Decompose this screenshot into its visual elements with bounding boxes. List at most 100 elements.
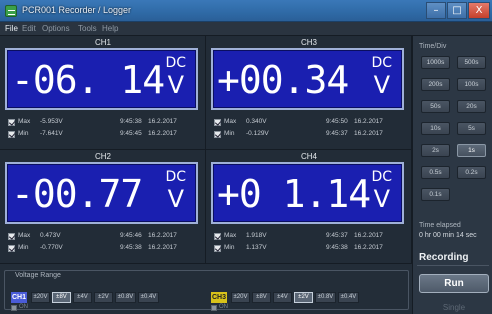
ch1-on-checkbox[interactable] [11, 305, 17, 311]
max-checkbox[interactable] [8, 233, 15, 240]
max-label: Max [18, 232, 31, 239]
ch3-on-checkbox[interactable] [211, 305, 217, 311]
min-value: -7.641V [40, 130, 63, 137]
title-bar: PCR001 Recorder / Logger – □ X [0, 0, 492, 22]
max-date: 16.2.2017 [354, 118, 383, 125]
timediv-button-2s[interactable]: 2s [421, 144, 450, 157]
voltage-range-group: Voltage Range CH1 ±20V ±8V ±4V ±2V ±0.8V… [4, 270, 409, 311]
lcd-display: -06. 14 DC V [5, 48, 198, 110]
min-time: 9:45:45 [120, 130, 142, 137]
ch1-range-4v[interactable]: ±4V [73, 292, 92, 303]
timediv-button-1000s[interactable]: 1000s [421, 56, 450, 69]
menu-options[interactable]: Options [42, 24, 70, 33]
ch3-on-label: ON [219, 304, 228, 310]
channel-reading: -00.77 [11, 172, 143, 216]
ch3-range-20v[interactable]: ±20V [231, 292, 250, 303]
min-checkbox[interactable] [214, 131, 221, 138]
min-time: 9:45:38 [120, 244, 142, 251]
timediv-button-0.1s[interactable]: 0.1s [421, 188, 450, 201]
min-label: Min [18, 130, 29, 137]
min-checkbox[interactable] [8, 131, 15, 138]
close-button[interactable]: X [468, 2, 490, 19]
min-value: -0.129V [246, 130, 269, 137]
timediv-button-5s[interactable]: 5s [457, 122, 486, 135]
ch3-range-0.8v[interactable]: ±0.8V [315, 292, 336, 303]
min-time: 9:45:38 [326, 244, 348, 251]
ch1-range-0.4v[interactable]: ±0.4V [138, 292, 159, 303]
timediv-button-0.2s[interactable]: 0.2s [457, 166, 486, 179]
minimize-button[interactable]: – [426, 2, 446, 19]
menu-file[interactable]: File [5, 24, 18, 33]
channel-name: CH2 [94, 152, 111, 161]
timediv-button-10s[interactable]: 10s [421, 122, 450, 135]
min-value: -0.770V [40, 244, 63, 251]
max-row: Max 0.473V 9:45:46 16.2.2017 [8, 232, 202, 242]
ch3-range-badge: CH3 [211, 292, 227, 303]
max-checkbox[interactable] [8, 119, 15, 126]
max-value: -5.953V [40, 118, 63, 125]
min-date: 16.2.2017 [354, 130, 383, 137]
menu-bar: File Edit Options Tools Help [0, 22, 492, 36]
ch3-range-2v[interactable]: ±2V [294, 292, 313, 303]
lcd-display: +00.34 DC V [211, 48, 404, 110]
recording-status: Recording [419, 252, 469, 263]
channel-panel-ch3: CH3 +00.34 DC V Max 0.340V 9:45:50 16.2.… [206, 36, 412, 150]
min-date: 16.2.2017 [354, 244, 383, 251]
lcd-display: -00.77 DC V [5, 162, 198, 224]
coupling-label: DC [371, 55, 392, 71]
ch1-range-20v[interactable]: ±20V [31, 292, 50, 303]
min-checkbox[interactable] [8, 245, 15, 252]
min-row: Min -0.770V 9:45:38 16.2.2017 [8, 244, 202, 254]
ch3-range-0.4v[interactable]: ±0.4V [338, 292, 359, 303]
max-label: Max [224, 118, 237, 125]
max-value: 0.473V [40, 232, 61, 239]
ch1-range-2v[interactable]: ±2V [94, 292, 113, 303]
channel-panel-ch2: CH2 -00.77 DC V Max 0.473V 9:45:46 16.2.… [0, 150, 206, 264]
timediv-button-0.5s[interactable]: 0.5s [421, 166, 450, 179]
timediv-button-200s[interactable]: 200s [421, 78, 450, 91]
ch3-range-4v[interactable]: ±4V [273, 292, 292, 303]
timediv-button-20s[interactable]: 20s [457, 100, 486, 113]
app-icon [5, 5, 17, 17]
channel-name: CH1 [94, 38, 111, 47]
channel-reading: +00.34 [217, 58, 349, 102]
ch1-range-8v[interactable]: ±8V [52, 292, 71, 303]
control-panel: Time/Div 1000s 500s 200s 100s 50s 20s 10… [412, 36, 492, 314]
coupling-label: DC [165, 55, 186, 71]
maximize-button[interactable]: □ [447, 2, 467, 19]
channel-name: CH4 [300, 152, 317, 161]
min-date: 16.2.2017 [148, 130, 177, 137]
ch1-range-0.8v[interactable]: ±0.8V [115, 292, 136, 303]
max-time: 9:45:37 [326, 232, 348, 239]
unit-label: V [373, 185, 390, 213]
menu-help[interactable]: Help [102, 24, 118, 33]
timediv-button-50s[interactable]: 50s [421, 100, 450, 113]
max-row: Max -5.953V 9:45:38 16.2.2017 [8, 118, 202, 128]
min-date: 16.2.2017 [148, 244, 177, 251]
ch3-range-8v[interactable]: ±8V [252, 292, 271, 303]
menu-edit[interactable]: Edit [22, 24, 36, 33]
max-checkbox[interactable] [214, 233, 221, 240]
min-value: 1.137V [246, 244, 267, 251]
run-button[interactable]: Run [419, 274, 489, 293]
coupling-label: DC [371, 169, 392, 185]
timediv-button-1s[interactable]: 1s [457, 144, 486, 157]
unit-label: V [373, 71, 390, 99]
voltage-range-label: Voltage Range [13, 272, 63, 279]
max-checkbox[interactable] [214, 119, 221, 126]
single-button[interactable]: Single [419, 301, 489, 314]
timediv-button-500s[interactable]: 500s [457, 56, 486, 69]
max-time: 9:45:46 [120, 232, 142, 239]
channel-reading: +0 1.14 [217, 172, 371, 216]
max-date: 16.2.2017 [148, 118, 177, 125]
min-label: Min [18, 244, 29, 251]
channel-name: CH3 [300, 38, 317, 47]
elapsed-value: 0 hr 00 min 14 sec [419, 232, 477, 239]
ch1-on-label: ON [19, 304, 28, 310]
channel-display-area: CH1 -06. 14 DC V Max -5.953V 9:45:38 16.… [0, 36, 412, 264]
menu-tools[interactable]: Tools [78, 24, 97, 33]
min-checkbox[interactable] [214, 245, 221, 252]
timediv-button-100s[interactable]: 100s [457, 78, 486, 91]
max-label: Max [224, 232, 237, 239]
max-date: 16.2.2017 [354, 232, 383, 239]
